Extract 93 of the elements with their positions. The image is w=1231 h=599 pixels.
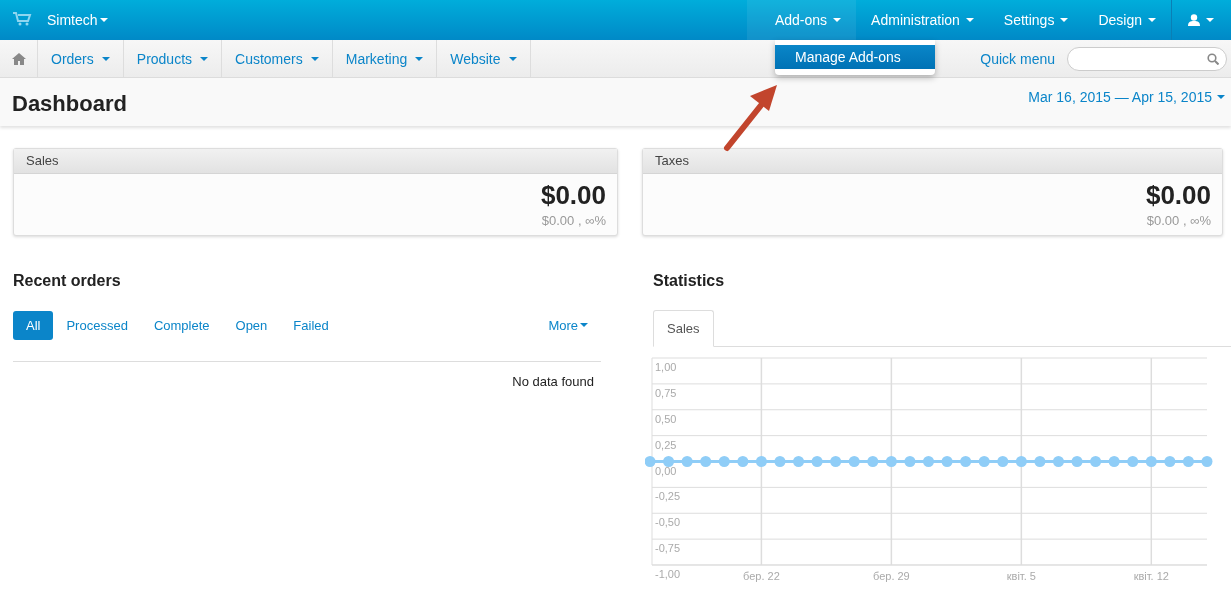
search-field[interactable] <box>1067 46 1227 71</box>
user-icon <box>1188 14 1200 26</box>
data-point <box>1108 456 1120 467</box>
data-point <box>755 456 767 467</box>
filter-tab[interactable]: All <box>13 310 54 340</box>
caret-icon <box>415 56 424 61</box>
data-point <box>848 456 860 467</box>
page-title: Dashboard <box>12 91 127 117</box>
data-point <box>774 456 786 467</box>
data-point <box>941 456 953 467</box>
axis-label: -1,00 <box>655 568 681 580</box>
filter-tab[interactable]: Complete <box>140 310 223 340</box>
card-value: $0.00 <box>1145 180 1211 211</box>
search-icon <box>1207 52 1219 65</box>
data-point <box>1034 456 1046 467</box>
axis-label: квіт. 5 <box>1006 570 1036 582</box>
filter-tab[interactable]: Processed <box>53 310 141 340</box>
data-point <box>718 456 730 467</box>
axis-label: 0,25 <box>655 438 677 451</box>
date-range-picker[interactable]: Mar 16, 2015 — Apr 15, 2015 <box>1028 89 1225 105</box>
data-point <box>1015 456 1027 467</box>
data-point <box>1164 456 1176 467</box>
axis-label: бер. 22 <box>743 570 780 582</box>
dropdown-item[interactable]: Manage Add-ons <box>775 45 935 69</box>
axis-label: бер. 29 <box>873 570 910 582</box>
data-point <box>737 456 749 467</box>
card-title: Taxes <box>643 149 1222 174</box>
data-point <box>960 456 972 467</box>
data-point <box>885 456 897 467</box>
axis-label: квіт. 12 <box>1133 570 1169 582</box>
caret-icon <box>200 56 209 61</box>
data-point <box>1052 456 1064 467</box>
data-point <box>923 456 934 467</box>
data-point <box>1090 456 1102 467</box>
store-menu[interactable]: Simtech <box>47 0 108 40</box>
axis-label: 0,50 <box>655 412 677 425</box>
card-value: $0.00 <box>540 180 606 211</box>
caret-icon <box>1217 95 1225 99</box>
nav-menu-item[interactable]: Website <box>437 40 531 77</box>
quick-menu-link[interactable]: Quick menu <box>980 50 1055 67</box>
card-title: Sales <box>14 149 617 174</box>
nav-menu-item[interactable]: Customers <box>222 40 333 77</box>
data-point <box>978 456 990 467</box>
axis-label: -0,25 <box>655 490 681 503</box>
section-title: Statistics <box>653 272 726 290</box>
data-point <box>811 456 823 467</box>
filter-tab[interactable]: Open <box>222 310 281 340</box>
caret-icon <box>833 18 842 22</box>
nav-menu-item[interactable]: Products <box>123 40 223 77</box>
cart-icon[interactable] <box>13 12 33 26</box>
top-menu-item[interactable]: Design <box>1083 0 1171 40</box>
data-point <box>1071 456 1083 467</box>
nav-menu-item[interactable]: Marketing <box>332 40 438 77</box>
caret-icon <box>508 56 517 61</box>
data-point <box>997 456 1009 467</box>
card-detail: $0.00 , ∞% <box>541 213 606 228</box>
top-menu-item[interactable]: Add-ons <box>746 0 857 40</box>
data-point <box>1201 456 1213 467</box>
data-point <box>793 456 805 467</box>
axis-label: 1,00 <box>655 361 677 373</box>
data-point <box>830 456 842 467</box>
data-point <box>1145 456 1157 467</box>
chart-tab[interactable]: Sales <box>653 310 714 347</box>
caret-icon <box>99 18 108 22</box>
caret-icon <box>1060 18 1069 22</box>
caret-icon <box>1206 18 1214 22</box>
top-menu-item[interactable]: Settings <box>988 0 1084 40</box>
data-point <box>1127 456 1139 467</box>
caret-icon <box>1148 18 1156 22</box>
caret-icon <box>101 56 110 61</box>
data-point <box>645 456 656 467</box>
top-menu-item[interactable]: Administration <box>856 0 989 40</box>
more-menu[interactable]: More <box>548 317 588 333</box>
axis-label: -0,50 <box>655 516 681 529</box>
data-point <box>867 456 879 467</box>
axis-label: -0,75 <box>655 542 681 555</box>
caret-icon <box>965 18 974 22</box>
card-detail: $0.00 , ∞% <box>1146 213 1211 228</box>
data-point <box>700 456 712 467</box>
axis-label: 0,75 <box>655 386 677 399</box>
nav-menu-item[interactable]: Orders <box>38 40 124 77</box>
home-icon[interactable] <box>11 52 26 65</box>
data-point <box>904 456 916 467</box>
data-point <box>663 456 675 467</box>
empty-message: No data found <box>511 374 594 389</box>
section-title: Recent orders <box>13 272 122 290</box>
filter-tab[interactable]: Failed <box>280 310 342 340</box>
caret-icon <box>580 323 588 327</box>
data-point <box>1182 456 1194 467</box>
axis-label: 0,00 <box>655 464 677 477</box>
annotation-arrow <box>724 85 777 151</box>
caret-icon <box>310 56 319 61</box>
data-point <box>681 456 693 467</box>
